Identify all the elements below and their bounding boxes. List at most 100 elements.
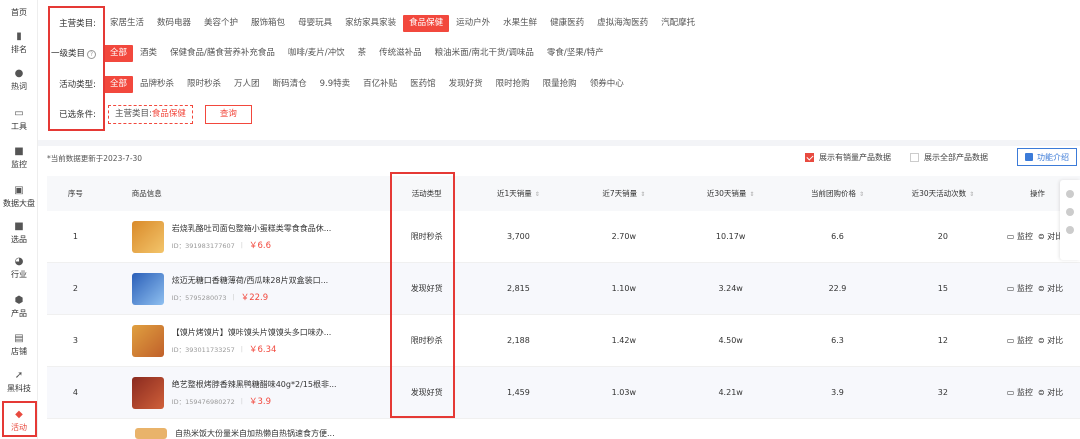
sales-30d: 4.50w: [718, 336, 743, 345]
sidebar-item-dashboard[interactable]: ▣ 数据大盘: [0, 186, 38, 209]
sidebar-item-tool[interactable]: ▭ 工具: [0, 109, 38, 132]
row-index: [47, 428, 107, 439]
filter-option-selected[interactable]: 全部: [104, 75, 134, 93]
compare-button[interactable]: ⊜ 对比: [1038, 388, 1063, 397]
table-row[interactable]: 3 【馍片烤馍片】馍咔馍头片馍馍头多口味办... ID：393011733257…: [47, 315, 1080, 367]
filter-option[interactable]: 家纺家具家装: [339, 15, 402, 32]
selected-condition-tag[interactable]: 主营类目:食品保健: [108, 104, 193, 124]
function-intro-label: 功能介绍: [1037, 152, 1069, 162]
compare-button[interactable]: ⊜ 对比: [1038, 336, 1063, 345]
product-meta: ID：159476980272 | ￥3.9: [172, 395, 337, 407]
sidebar-item-shop[interactable]: ▤ 店铺: [0, 334, 38, 357]
sidebar-item-label: 数据大盘: [3, 199, 35, 208]
monitor-button[interactable]: ▭ 监控: [1007, 388, 1033, 397]
sidebar-item-hotword[interactable]: ● 热词: [0, 69, 38, 92]
filter-option[interactable]: 汽配摩托: [655, 15, 701, 32]
sidebar-item-rank[interactable]: ▮ 排名: [0, 32, 38, 55]
filter-option[interactable]: 茶: [352, 45, 373, 62]
sidebar-item-label: 黑科技: [7, 384, 31, 393]
filter-option[interactable]: 运动户外: [450, 15, 496, 32]
filter-option[interactable]: 家居生活: [104, 15, 150, 32]
filter-option[interactable]: 美容个护: [198, 15, 244, 32]
filter-option[interactable]: 粮油米面/南北干货/调味品: [429, 45, 540, 62]
monitor-label: 监控: [1016, 388, 1033, 397]
row-index: 3: [72, 336, 78, 345]
filter-area: 主营类目: 家居生活 数码电器 美容个护 服饰箱包 母婴玩具 家纺家具家装 食品…: [38, 0, 1080, 140]
filter-option-selected[interactable]: 食品保健: [403, 14, 450, 32]
compare-button[interactable]: ⊜ 对比: [1038, 284, 1063, 293]
table-row[interactable]: 4 绝艺整根烤脖香辣黑鸭糖醋味40g*2/15根非... ID：15947698…: [47, 367, 1080, 419]
filter-option[interactable]: 发现好货: [443, 76, 489, 93]
filter-option[interactable]: 酒类: [134, 45, 163, 62]
product-name[interactable]: 自热米饭大份量米自加热懒自热锅速食方便...: [175, 428, 335, 439]
table-row[interactable]: 1 岩烧乳酪吐司面包整箱小蛋糕类零食食品休... ID：391983177607…: [47, 211, 1080, 263]
product-thumbnail[interactable]: [131, 324, 164, 357]
monitor-button[interactable]: ▭ 监控: [1007, 232, 1033, 241]
tool-icon: ▭: [14, 108, 24, 119]
filter-option[interactable]: 医药馆: [404, 76, 442, 93]
filter-option[interactable]: 万人团: [228, 76, 266, 93]
filter-row-activity-type: 活动类型: 全部 品牌秒杀 限时秒杀 万人团 断码清仓 9.9特卖 百亿补贴 医…: [38, 73, 631, 95]
product-name[interactable]: 【馍片烤馍片】馍咔馍头片馍馍头多口味办...: [172, 327, 332, 338]
filter-option[interactable]: 限时秒杀: [181, 76, 227, 93]
filter-option[interactable]: 品牌秒杀: [134, 76, 180, 93]
filter-option[interactable]: 虚拟海淘医药: [591, 15, 654, 32]
filter-option[interactable]: 领券中心: [584, 76, 630, 93]
filter-option-selected[interactable]: 全部: [104, 44, 134, 62]
show-sales-checkbox[interactable]: 展示有销量产品数据: [805, 152, 891, 163]
product-cell: 岩烧乳酪吐司面包整箱小蛋糕类零食食品休... ID：391983177607 | ￥…: [104, 220, 387, 253]
header-price[interactable]: 当前团购价格 ⇕: [784, 188, 891, 199]
filter-option[interactable]: 保健食品/膳食营养补充食品: [164, 45, 281, 62]
product-thumbnail[interactable]: [135, 428, 167, 439]
header-sales-1d[interactable]: 近1天销量 ⇕: [466, 188, 570, 199]
sidebar-item-product[interactable]: ⬢ 产品: [0, 296, 38, 319]
header-label: 近7天销量: [602, 189, 638, 198]
hotword-icon: ●: [14, 68, 24, 79]
filter-option[interactable]: 母婴玩具: [292, 15, 338, 32]
filter-option[interactable]: 零食/坚果/特产: [541, 45, 610, 62]
dashboard-icon: ▣: [14, 185, 24, 196]
product-name[interactable]: 炫迈无糖口香糖薄荷/西瓜味28片双盒装口...: [172, 275, 329, 286]
header-product: 商品信息: [131, 189, 162, 198]
filter-option[interactable]: 水果生鲜: [497, 15, 543, 32]
show-all-checkbox[interactable]: 展示全部产品数据: [910, 152, 988, 163]
product-name[interactable]: 绝艺整根烤脖香辣黑鸭糖醋味40g*2/15根非...: [172, 379, 337, 390]
sidebar-item-home[interactable]: 首页: [0, 0, 38, 18]
table-row-partial[interactable]: 自热米饭大份量米自加热懒自热锅速食方便...: [47, 428, 1080, 439]
product-thumbnail[interactable]: [131, 220, 164, 253]
header-sales-7d[interactable]: 近7天销量 ⇕: [570, 188, 677, 199]
filter-option[interactable]: 健康医药: [544, 15, 590, 32]
header-sales-30d[interactable]: 近30天销量 ⇕: [677, 188, 784, 199]
product-thumbnail[interactable]: [131, 376, 164, 409]
filter-option[interactable]: 数码电器: [151, 15, 197, 32]
play-icon[interactable]: [1066, 226, 1074, 234]
filter-option[interactable]: 百亿补贴: [357, 76, 403, 93]
chat-icon[interactable]: [1066, 190, 1074, 198]
sidebar-item-label: 产品: [11, 309, 27, 318]
filter-option[interactable]: 服饰箱包: [245, 15, 291, 32]
monitor-button[interactable]: ▭ 监控: [1007, 336, 1033, 345]
activity-count: 12: [937, 336, 948, 345]
sidebar-item-select[interactable]: ■ 选品: [0, 222, 38, 245]
filter-option[interactable]: 限量抢购: [537, 76, 583, 93]
filter-option[interactable]: 断码清仓: [267, 76, 313, 93]
monitor-label: 监控: [1016, 232, 1033, 241]
bell-icon[interactable]: [1066, 208, 1074, 216]
table-row[interactable]: 2 炫迈无糖口香糖薄荷/西瓜味28片双盒装口... ID：5795280073 |…: [47, 263, 1080, 315]
sidebar-item-monitor[interactable]: ■ 监控: [0, 147, 38, 170]
filter-option[interactable]: 咖啡/麦片/冲饮: [282, 45, 351, 62]
activity-count: 32: [937, 388, 948, 397]
condition-prefix: 主营类目:: [115, 108, 152, 119]
filter-option[interactable]: 限时抢购: [490, 76, 536, 93]
shop-icon: ▤: [14, 333, 24, 344]
product-thumbnail[interactable]: [131, 272, 164, 305]
filter-option[interactable]: 9.9特卖: [314, 76, 357, 93]
sidebar-item-industry[interactable]: ◕ 行业: [0, 257, 38, 280]
header-activity-count[interactable]: 近30天活动次数 ⇕: [891, 188, 995, 199]
sidebar-item-blacktech[interactable]: ➚ 黑科技: [0, 371, 38, 394]
function-intro-button[interactable]: 功能介绍: [1017, 148, 1077, 166]
filter-option[interactable]: 传统滋补品: [373, 45, 428, 62]
monitor-button[interactable]: ▭ 监控: [1007, 284, 1033, 293]
product-name[interactable]: 岩烧乳酪吐司面包整箱小蛋糕类零食食品休...: [172, 223, 332, 234]
query-button[interactable]: 查询: [204, 104, 252, 124]
